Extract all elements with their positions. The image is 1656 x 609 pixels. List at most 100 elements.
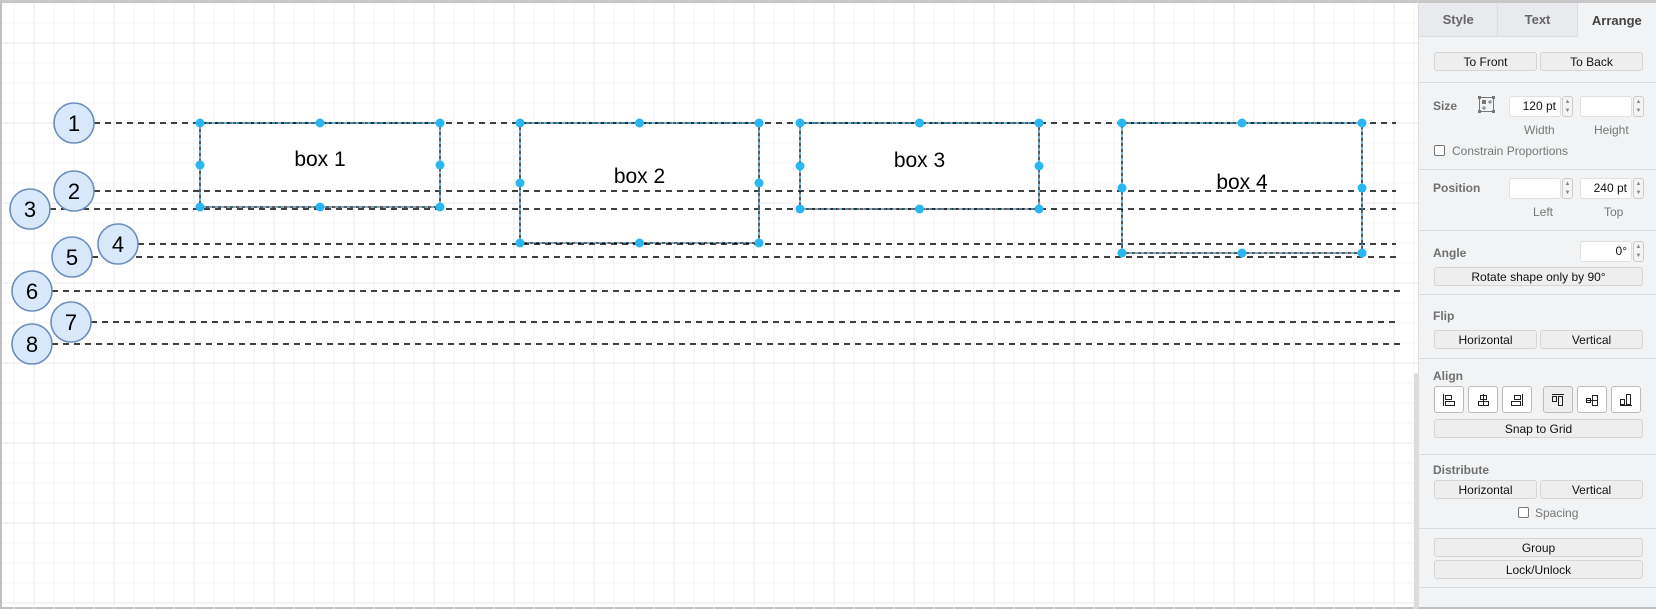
height-label: Height xyxy=(1594,123,1629,137)
tab-arrange[interactable]: Arrange xyxy=(1577,3,1656,37)
shape-label-box1[interactable]: box 1 xyxy=(294,148,345,171)
resize-handle[interactable] xyxy=(1357,118,1367,128)
left-input[interactable] xyxy=(1509,178,1561,199)
marker-label-6[interactable]: 6 xyxy=(26,279,38,304)
diagram-svg[interactable]: box 1 box 2 box 3 box 4 1 2 3 4 5 6 7 8 xyxy=(2,3,1418,609)
left-stepper[interactable]: ▲ ▼ xyxy=(1562,178,1573,199)
align-label: Align xyxy=(1433,369,1463,383)
width-stepper[interactable]: ▲ ▼ xyxy=(1562,96,1573,117)
flip-section: Flip Horizontal Vertical xyxy=(1419,295,1656,359)
angle-input[interactable]: 0° xyxy=(1580,241,1632,262)
resize-handle[interactable] xyxy=(1237,248,1247,258)
shape-label-box3[interactable]: box 3 xyxy=(894,149,945,172)
group-button[interactable]: Group xyxy=(1434,538,1643,557)
top-input[interactable]: 240 pt xyxy=(1580,178,1632,199)
resize-handle[interactable] xyxy=(195,202,205,212)
marker-label-3[interactable]: 3 xyxy=(24,197,36,222)
marker-label-7[interactable]: 7 xyxy=(65,310,77,335)
order-section: To Front To Back xyxy=(1419,37,1656,83)
resize-handle[interactable] xyxy=(754,178,764,188)
resize-handle[interactable] xyxy=(1117,118,1127,128)
size-label: Size xyxy=(1433,99,1458,113)
angle-stepper[interactable]: ▲ ▼ xyxy=(1633,241,1644,262)
constrain-proportions-label: Constrain Proportions xyxy=(1452,144,1569,158)
resize-handle[interactable] xyxy=(435,202,445,212)
resize-handle[interactable] xyxy=(754,118,764,128)
marker-label-5[interactable]: 5 xyxy=(66,245,78,270)
size-section: Size 120 pt ▲ ▼ ▲ ▼ Width Height Constrain… xyxy=(1419,83,1656,170)
format-panel: Style Text Arrange To Front To Back Size… xyxy=(1418,0,1656,609)
resize-handle[interactable] xyxy=(435,160,445,170)
resize-handle[interactable] xyxy=(315,118,325,128)
resize-handle[interactable] xyxy=(515,238,525,248)
top-stepper[interactable]: ▲ ▼ xyxy=(1633,178,1644,199)
flip-vertical-button[interactable]: Vertical xyxy=(1540,330,1643,349)
align-bottom-icon[interactable] xyxy=(1611,386,1641,413)
resize-handle[interactable] xyxy=(1034,204,1044,214)
resize-handle[interactable] xyxy=(515,178,525,188)
height-stepper[interactable]: ▲ ▼ xyxy=(1633,96,1644,117)
resize-handle[interactable] xyxy=(795,118,805,128)
rotate-90-button[interactable]: Rotate shape only by 90° xyxy=(1434,267,1643,286)
resize-handle[interactable] xyxy=(635,238,644,248)
resize-handle[interactable] xyxy=(1117,183,1127,193)
resize-handle[interactable] xyxy=(1034,118,1044,128)
resize-handle[interactable] xyxy=(915,204,924,214)
flip-label: Flip xyxy=(1433,309,1455,323)
group-section: Group Lock/Unlock xyxy=(1419,529,1656,588)
resize-handle[interactable] xyxy=(515,118,525,128)
distribute-horizontal-button[interactable]: Horizontal xyxy=(1434,480,1537,499)
spacing-checkbox[interactable] xyxy=(1518,507,1529,518)
align-top-icon[interactable] xyxy=(1543,386,1573,413)
left-label: Left xyxy=(1533,205,1554,219)
resize-handle[interactable] xyxy=(1237,118,1247,128)
resize-handle[interactable] xyxy=(435,118,445,128)
width-label: Width xyxy=(1524,123,1555,137)
diagram-canvas[interactable]: box 1 box 2 box 3 box 4 1 2 3 4 5 6 7 8 xyxy=(0,0,1418,609)
tab-style[interactable]: Style xyxy=(1419,3,1499,37)
resize-handle[interactable] xyxy=(635,118,644,128)
tab-text[interactable]: Text xyxy=(1498,3,1578,37)
width-input[interactable]: 120 pt xyxy=(1509,96,1561,117)
align-left-icon[interactable] xyxy=(1434,386,1464,413)
align-middle-icon[interactable] xyxy=(1577,386,1607,413)
resize-handle[interactable] xyxy=(795,161,805,171)
shape-label-box2[interactable]: box 2 xyxy=(614,165,665,188)
constrain-proportions-checkbox[interactable] xyxy=(1434,145,1445,156)
to-front-button[interactable]: To Front xyxy=(1434,52,1537,71)
marker-label-2[interactable]: 2 xyxy=(68,179,80,204)
distribute-section: Distribute Horizontal Vertical Spacing xyxy=(1419,455,1656,529)
marker-label-1[interactable]: 1 xyxy=(68,111,80,136)
resize-handle[interactable] xyxy=(1117,248,1127,258)
angle-label: Angle xyxy=(1433,246,1467,260)
resize-handle[interactable] xyxy=(754,238,764,248)
distribute-vertical-button[interactable]: Vertical xyxy=(1540,480,1643,499)
resize-handle[interactable] xyxy=(795,204,805,214)
resize-handle[interactable] xyxy=(315,202,325,212)
angle-section: Angle 0° ▲ ▼ Rotate shape only by 90° xyxy=(1419,231,1656,295)
resize-handle[interactable] xyxy=(195,118,205,128)
resize-handle[interactable] xyxy=(1357,248,1367,258)
top-label: Top xyxy=(1604,205,1624,219)
shape-label-box4[interactable]: box 4 xyxy=(1216,171,1268,194)
flip-horizontal-button[interactable]: Horizontal xyxy=(1434,330,1537,349)
align-right-icon[interactable] xyxy=(1502,386,1532,413)
distribute-label: Distribute xyxy=(1433,463,1490,477)
autosize-icon[interactable] xyxy=(1478,96,1495,113)
marker-label-4[interactable]: 4 xyxy=(112,232,124,257)
position-label: Position xyxy=(1433,181,1481,195)
align-center-icon[interactable] xyxy=(1468,386,1498,413)
height-input[interactable] xyxy=(1580,96,1632,117)
snap-to-grid-button[interactable]: Snap to Grid xyxy=(1434,419,1643,438)
resize-handle[interactable] xyxy=(1034,161,1044,171)
spacing-label: Spacing xyxy=(1535,506,1579,520)
position-section: Position ▲ ▼ 240 pt ▲ ▼ Left Top xyxy=(1419,170,1656,231)
resize-handle[interactable] xyxy=(1357,183,1367,193)
marker-label-8[interactable]: 8 xyxy=(26,332,38,357)
align-section: Align Snap to Grid xyxy=(1419,359,1656,455)
lock-unlock-button[interactable]: Lock/Unlock xyxy=(1434,560,1643,579)
panel-tabs: Style Text Arrange xyxy=(1419,3,1656,37)
resize-handle[interactable] xyxy=(195,160,205,170)
to-back-button[interactable]: To Back xyxy=(1540,52,1643,71)
resize-handle[interactable] xyxy=(915,118,924,128)
